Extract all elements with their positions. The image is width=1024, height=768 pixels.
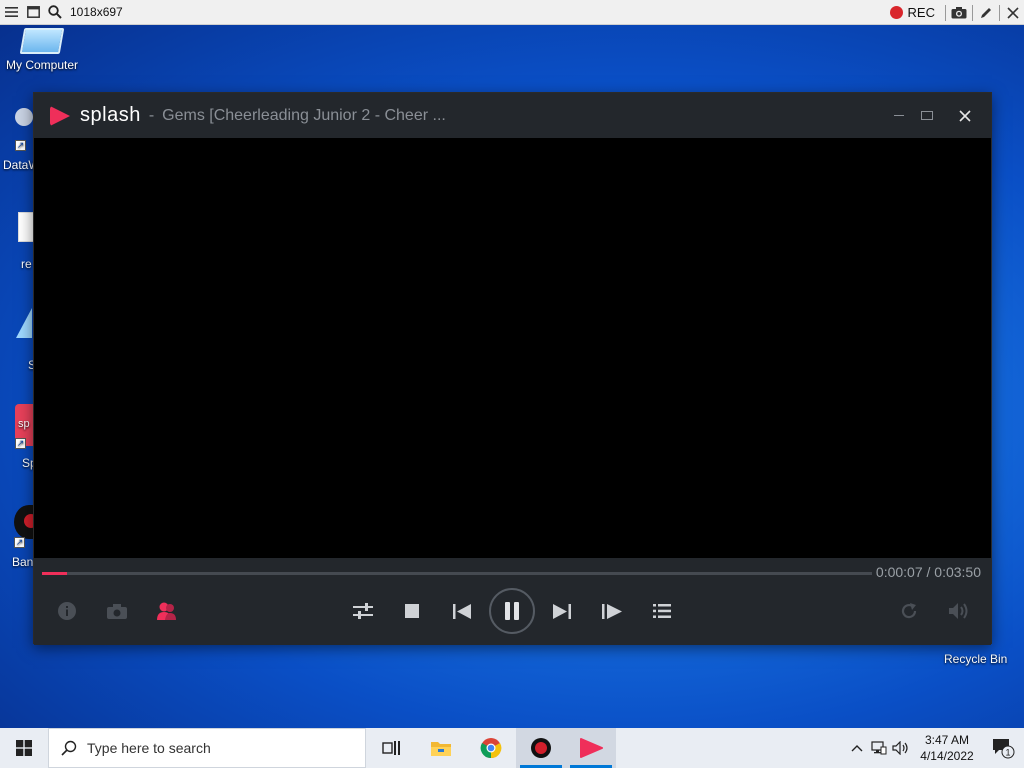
search-placeholder: Type here to search — [87, 740, 211, 756]
snapshot-button[interactable] — [102, 596, 132, 626]
splash-logo-icon — [580, 738, 603, 758]
computer-icon — [19, 28, 65, 54]
remote-toolbar: 1018x697 REC — [0, 0, 1024, 25]
minimize-icon — [894, 115, 904, 116]
seek-progress — [42, 572, 67, 575]
chrome-button[interactable] — [466, 728, 516, 768]
desktop-icon-label: Recycle Bin — [944, 652, 1008, 666]
desktop-icon-label: re — [21, 257, 32, 271]
notification-count: 1 — [1005, 748, 1010, 758]
search-icon — [61, 740, 77, 756]
repeat-icon — [901, 603, 917, 619]
rec-label[interactable]: REC — [908, 5, 935, 20]
folder-icon — [431, 742, 451, 756]
separator — [972, 4, 973, 21]
resolution-label: 1018x697 — [70, 5, 123, 19]
recorder-app-button[interactable] — [516, 728, 566, 768]
pen-icon[interactable] — [975, 0, 997, 25]
shortcut-arrow-icon: ↗ — [15, 438, 26, 449]
start-button[interactable] — [0, 728, 48, 768]
desktop-icon-dataw[interactable]: ↗ DataW — [3, 108, 40, 172]
splash-taskbar-button[interactable] — [566, 728, 616, 768]
control-bar: 0:00:07 / 0:03:50 — [34, 558, 991, 645]
timecode: 0:00:07 / 0:03:50 — [875, 564, 981, 580]
show-hidden-icons-button[interactable] — [846, 728, 868, 768]
sliders-icon — [353, 603, 373, 619]
maximize-icon — [921, 111, 933, 120]
clock[interactable]: 3:47 AM 4/14/2022 — [912, 732, 982, 764]
record-icon — [531, 738, 551, 758]
title-bar[interactable]: splash - Gems [Cheerleading Junior 2 - C… — [34, 93, 991, 138]
volume-tray-button[interactable] — [890, 728, 912, 768]
next-button[interactable] — [547, 596, 577, 626]
close-icon — [959, 109, 971, 122]
task-view-icon — [382, 741, 400, 755]
windows-logo-icon — [16, 740, 32, 756]
chevron-up-icon — [851, 745, 863, 752]
equalizer-button[interactable] — [348, 596, 378, 626]
pause-button[interactable] — [489, 588, 535, 634]
stop-icon — [405, 604, 419, 618]
clock-time: 3:47 AM — [924, 733, 970, 747]
video-area[interactable] — [34, 138, 991, 558]
task-view-button[interactable] — [366, 728, 416, 768]
playlist-button[interactable] — [647, 596, 677, 626]
splash-logo-icon — [50, 105, 70, 126]
account-button[interactable] — [152, 596, 182, 626]
file-icon — [18, 212, 34, 242]
window-icon[interactable] — [22, 0, 44, 25]
zoom-icon[interactable] — [44, 0, 66, 25]
app-icon — [16, 308, 32, 338]
camera-icon — [107, 603, 127, 619]
user-icon — [157, 602, 176, 620]
record-icon[interactable] — [889, 6, 903, 19]
maximize-button[interactable] — [911, 93, 943, 138]
taskbar: Type here to search 3:47 AM 4/14/2022 1 — [0, 728, 1024, 768]
pause-icon — [505, 602, 519, 620]
notification-icon: 1 — [993, 739, 1015, 759]
repeat-button[interactable] — [894, 596, 924, 626]
title-separator: - — [148, 106, 155, 124]
frame-step-button[interactable] — [597, 596, 627, 626]
volume-button[interactable] — [944, 596, 974, 626]
media-title: Gems [Cheerleading Junior 2 - Cheer ... — [162, 106, 446, 124]
system-tray: 3:47 AM 4/14/2022 1 — [846, 728, 1024, 768]
shortcut-arrow-icon: ↗ — [14, 537, 25, 548]
desktop-icon-re[interactable]: re — [18, 212, 34, 271]
seek-bar[interactable] — [42, 572, 872, 575]
info-button[interactable] — [52, 596, 82, 626]
playlist-icon — [653, 604, 671, 618]
desktop-icon-my-computer[interactable]: My Computer — [2, 28, 82, 72]
network-icon — [871, 741, 887, 755]
taskbar-search[interactable]: Type here to search — [48, 728, 366, 768]
menu-icon[interactable] — [0, 0, 22, 25]
desktop-icon-recycle-bin[interactable]: Recycle Bin — [944, 652, 1007, 666]
info-icon — [58, 602, 76, 620]
network-button[interactable] — [868, 728, 890, 768]
separator — [945, 4, 946, 21]
close-session-icon[interactable] — [1002, 0, 1024, 25]
clock-date: 4/14/2022 — [920, 749, 974, 763]
file-explorer-button[interactable] — [416, 728, 466, 768]
close-button[interactable] — [949, 93, 981, 138]
chrome-icon — [480, 738, 502, 759]
speaker-icon — [892, 741, 908, 755]
desktop-icon-splash[interactable]: sp ↗ Sp — [15, 404, 37, 470]
separator — [999, 4, 1000, 21]
volume-icon — [949, 603, 968, 619]
action-center-button[interactable]: 1 — [982, 728, 1024, 768]
desktop-icon-s[interactable]: S — [16, 308, 36, 372]
splash-player-window: splash - Gems [Cheerleading Junior 2 - C… — [33, 92, 992, 645]
frame-step-icon — [602, 603, 622, 619]
stop-button[interactable] — [397, 596, 427, 626]
shortcut-arrow-icon: ↗ — [15, 140, 26, 151]
desktop-icon-label: My Computer — [5, 58, 79, 72]
app-icon: ↗ — [3, 108, 33, 151]
previous-button[interactable] — [447, 596, 477, 626]
skip-next-icon — [553, 603, 571, 619]
camera-icon[interactable] — [948, 0, 970, 25]
desktop-icon-label: Ban — [12, 555, 34, 569]
app-brand: splash — [80, 104, 141, 126]
skip-previous-icon — [453, 603, 471, 619]
